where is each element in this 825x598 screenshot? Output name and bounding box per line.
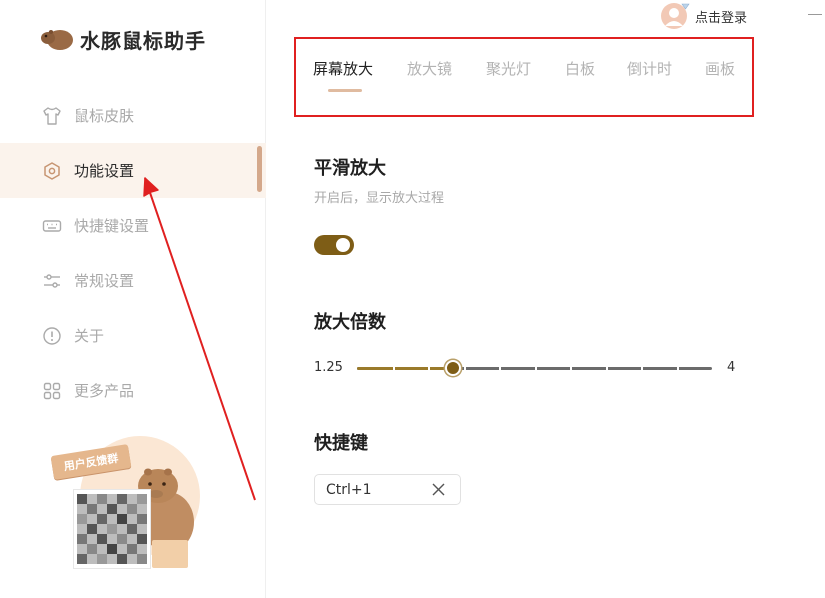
hotkey-title: 快捷键: [314, 433, 368, 454]
tab-label: 放大镜: [407, 60, 453, 78]
app-name: 水豚鼠标助手: [80, 28, 206, 53]
hotkey-field[interactable]: Ctrl+1: [314, 474, 461, 505]
sidebar-item-label: 快捷键设置: [74, 217, 150, 235]
feedback-group-promo[interactable]: 用户反馈群: [42, 430, 222, 580]
slider-tick: [499, 366, 501, 371]
login-label: 点击登录: [695, 10, 748, 26]
grid-icon: [41, 380, 63, 402]
brand: 水豚鼠标助手: [40, 24, 206, 54]
sidebar-item-label: 更多产品: [74, 382, 135, 400]
capybara-logo-icon: [41, 30, 73, 50]
slider-tick: [606, 366, 608, 371]
hexagon-settings-icon: [41, 160, 63, 182]
toggle-knob: [336, 238, 350, 252]
smooth-zoom-description: 开启后，显示放大过程: [314, 191, 445, 206]
tab-label: 倒计时: [627, 60, 673, 78]
tab-label: 屏幕放大: [313, 60, 374, 78]
avatar-icon: [661, 3, 690, 29]
slider-tick: [393, 366, 395, 371]
promo-box: [152, 540, 188, 568]
keyboard-icon: [41, 215, 63, 237]
sidebar-item-general-settings[interactable]: 常规设置: [0, 253, 266, 308]
slider-tick: [677, 366, 679, 371]
tab-label: 聚光灯: [486, 60, 532, 78]
tab-label: 白板: [565, 60, 596, 78]
smooth-zoom-toggle[interactable]: [314, 235, 354, 255]
tab-countdown[interactable]: 倒计时: [627, 58, 705, 94]
tab-whiteboard[interactable]: 白板: [565, 58, 627, 94]
slider-tick: [428, 366, 430, 371]
tab-spotlight[interactable]: 聚光灯: [486, 58, 565, 94]
slider-thumb[interactable]: [445, 360, 461, 376]
sidebar-item-mouse-skin[interactable]: 鼠标皮肤: [0, 88, 266, 143]
info-icon: [41, 325, 63, 347]
tab-active-indicator: [328, 89, 362, 92]
tab-drawing-board[interactable]: 画板: [705, 58, 745, 94]
tab-magnifier[interactable]: 放大镜: [407, 58, 486, 94]
sidebar-item-label: 关于: [74, 327, 105, 345]
hotkey-value: Ctrl+1: [326, 481, 372, 498]
sidebar: 水豚鼠标助手 鼠标皮肤 功能设置 快捷键设置 常规设置 关于 更多产品 用户反馈…: [0, 0, 266, 598]
smooth-zoom-title: 平滑放大: [314, 158, 386, 179]
sliders-icon: [41, 270, 63, 292]
zoom-factor-max-label: 4: [727, 360, 736, 375]
clear-icon[interactable]: [431, 482, 446, 497]
login-button[interactable]: 点击登录: [660, 2, 747, 30]
zoom-factor-title: 放大倍数: [314, 312, 386, 333]
zoom-factor-slider[interactable]: [357, 358, 712, 378]
sidebar-scrollbar[interactable]: [257, 146, 262, 192]
sidebar-item-label: 常规设置: [74, 272, 135, 290]
slider-tick: [464, 366, 466, 371]
sidebar-item-more-products[interactable]: 更多产品: [0, 363, 266, 418]
sidebar-nav: 鼠标皮肤 功能设置 快捷键设置 常规设置 关于 更多产品: [0, 88, 266, 418]
tab-label: 画板: [705, 60, 736, 78]
slider-tick: [535, 366, 537, 371]
qr-code-image: [74, 490, 150, 568]
sidebar-item-label: 鼠标皮肤: [74, 107, 135, 125]
sidebar-item-about[interactable]: 关于: [0, 308, 266, 363]
tshirt-icon: [41, 105, 63, 127]
sidebar-item-function-settings[interactable]: 功能设置: [0, 143, 266, 198]
window-minimize-button[interactable]: [808, 14, 822, 15]
sidebar-item-hotkey-settings[interactable]: 快捷键设置: [0, 198, 266, 253]
zoom-factor-min-label: 1.25: [314, 360, 343, 375]
tab-screen-zoom[interactable]: 屏幕放大: [313, 58, 407, 94]
slider-ticks: [357, 366, 712, 371]
slider-tick: [570, 366, 572, 371]
sidebar-item-label: 功能设置: [74, 162, 135, 180]
slider-tick: [641, 366, 643, 371]
feature-tabs: 屏幕放大 放大镜 聚光灯 白板 倒计时 画板: [313, 58, 745, 94]
